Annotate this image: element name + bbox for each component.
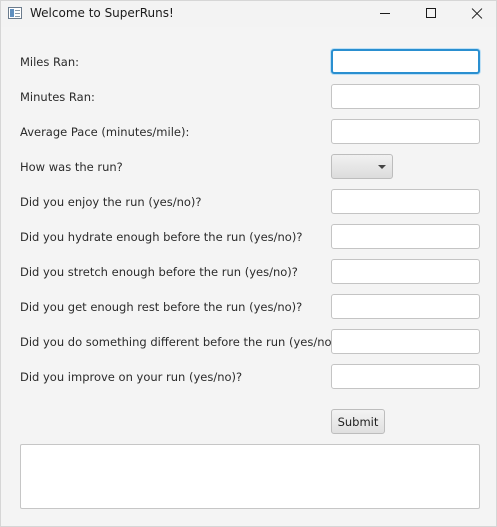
rest-label: Did you get enough rest before the run (… [20, 300, 303, 314]
hydrate-label: Did you hydrate enough before the run (y… [20, 230, 303, 244]
miles-ran-input[interactable] [331, 49, 480, 74]
run-rating-label: How was the run? [20, 160, 123, 174]
minutes-ran-input[interactable] [331, 84, 480, 109]
maximize-icon[interactable] [407, 1, 453, 27]
enjoy-run-label: Did you enjoy the run (yes/no)? [20, 195, 202, 209]
something-different-input[interactable] [331, 329, 480, 354]
hydrate-input[interactable] [331, 224, 480, 249]
title-bar: Welcome to SuperRuns! [1, 1, 496, 27]
minimize-icon[interactable] [361, 1, 407, 27]
something-different-label: Did you do something different before th… [20, 335, 343, 349]
miles-ran-label: Miles Ran: [20, 55, 79, 69]
output-textarea[interactable] [20, 444, 480, 509]
app-window-icon [8, 7, 22, 19]
improve-label: Did you improve on your run (yes/no)? [20, 370, 243, 384]
stretch-label: Did you stretch enough before the run (y… [20, 265, 298, 279]
rest-input[interactable] [331, 294, 480, 319]
average-pace-label: Average Pace (minutes/mile): [20, 125, 190, 139]
submit-button[interactable]: Submit [331, 409, 385, 434]
run-rating-dropdown[interactable] [331, 154, 393, 179]
window-title: Welcome to SuperRuns! [30, 6, 174, 20]
close-icon[interactable] [453, 1, 497, 27]
enjoy-run-input[interactable] [331, 189, 480, 214]
stretch-input[interactable] [331, 259, 480, 284]
minutes-ran-label: Minutes Ran: [20, 90, 95, 104]
average-pace-input[interactable] [331, 119, 480, 144]
chevron-down-icon [378, 165, 386, 169]
app-window: Welcome to SuperRuns! Miles Ran: Minutes… [0, 0, 497, 527]
improve-input[interactable] [331, 364, 480, 389]
